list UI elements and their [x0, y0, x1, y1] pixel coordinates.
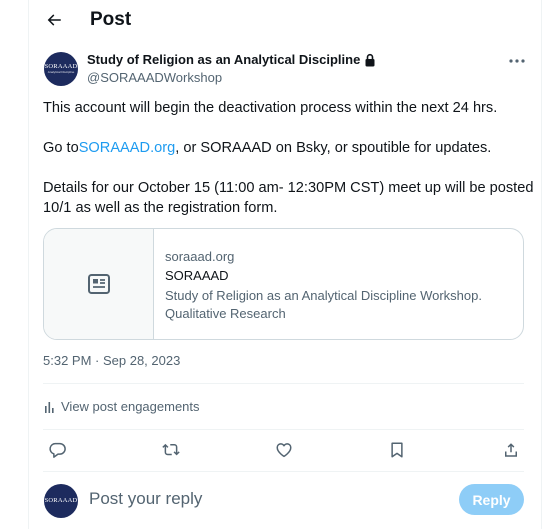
link-card[interactable]: soraaad.org SORAAAD Study of Religion as… [43, 228, 524, 340]
post-timestamp[interactable]: 5:32 PM · Sep 28, 2023 [43, 353, 180, 368]
author-name[interactable]: Study of Religion as an Analytical Disci… [87, 52, 376, 67]
bookmark-icon [388, 441, 406, 459]
card-domain: soraaad.org [165, 249, 235, 264]
reply-button[interactable] [46, 439, 70, 461]
comment-icon [49, 441, 67, 459]
like-button[interactable] [272, 439, 296, 461]
article-icon [87, 273, 111, 295]
post-text-line: Go toSORAAAD.org, or SORAAAD on Bsky, or… [43, 140, 492, 156]
post-column: Post SORAAAD Analytical Discipline Study… [28, 0, 542, 529]
heart-icon [275, 441, 293, 459]
divider [43, 471, 524, 472]
page-title: Post [90, 9, 132, 30]
analytics-bars-icon [43, 400, 57, 414]
card-thumbnail [44, 229, 154, 339]
more-button[interactable] [505, 50, 529, 72]
back-button[interactable] [41, 8, 67, 32]
bookmark-button[interactable] [385, 439, 409, 461]
author-avatar[interactable]: SORAAAD Analytical Discipline [44, 52, 78, 86]
divider [43, 383, 524, 384]
reply-submit-button[interactable]: Reply [459, 484, 524, 515]
post-text-line: 10/1 as well as the registration form. [43, 200, 278, 216]
post-text-line: Details for our October 15 (11:00 am- 12… [43, 180, 534, 196]
view-engagements-link[interactable]: View post engagements [43, 399, 200, 414]
author-handle[interactable]: @SORAAADWorkshop [87, 70, 222, 85]
repost-button[interactable] [159, 439, 183, 461]
lock-icon [364, 53, 376, 67]
post-text-line: This account will begin the deactivation… [43, 100, 498, 116]
divider [43, 429, 524, 430]
share-button[interactable] [499, 439, 523, 461]
card-title: SORAAAD [165, 268, 229, 283]
reply-input[interactable]: Post your reply [89, 489, 202, 509]
reply-avatar[interactable]: SORAAAD [44, 484, 78, 518]
repost-icon [162, 441, 180, 459]
page-header: Post [29, 0, 543, 40]
card-description: Study of Religion as an Analytical Disci… [165, 288, 482, 321]
post-link[interactable]: SORAAAD.org [79, 140, 176, 156]
more-dots-icon [509, 59, 525, 63]
arrow-left-icon [45, 11, 63, 29]
share-icon [502, 441, 520, 459]
